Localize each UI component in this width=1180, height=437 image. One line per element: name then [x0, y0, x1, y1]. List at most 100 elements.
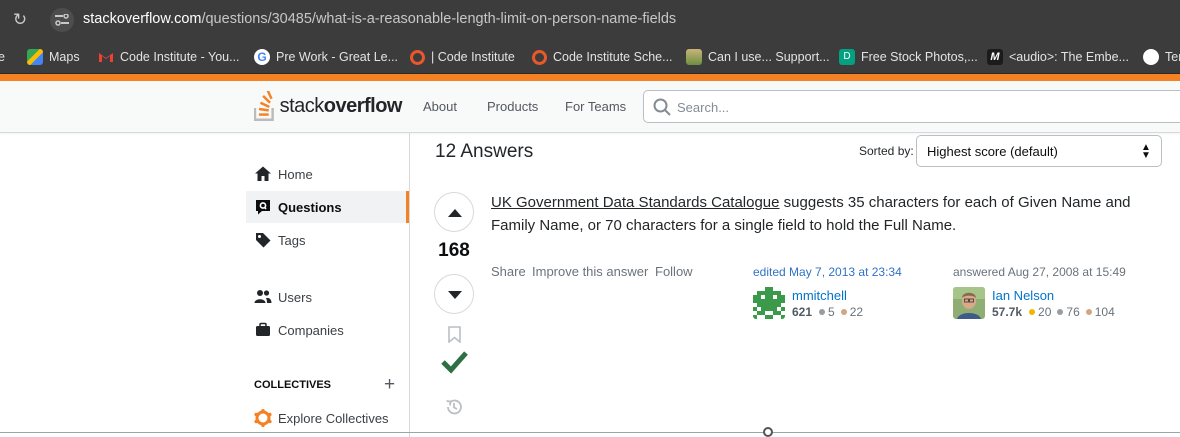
bookmark-label: Free Stock Photos,...	[861, 50, 978, 64]
answers-count: 12 Answers	[435, 141, 534, 162]
author-avatar[interactable]	[953, 287, 985, 319]
sidebar-item-label: Tags	[278, 232, 306, 248]
mdn-icon: M	[987, 49, 1003, 65]
briefcase-icon	[256, 322, 270, 336]
logo-text-bold: overflow	[323, 94, 403, 117]
nav-products[interactable]: Products	[487, 99, 538, 114]
improve-answer-link[interactable]: Improve this answer	[532, 264, 648, 279]
answered-timestamp[interactable]: answered Aug 27, 2008 at 15:49	[953, 265, 1126, 279]
bookmark-label: | Code Institute	[431, 50, 515, 64]
bookmark-item[interactable]: M <audio>: The Embe...	[987, 49, 1129, 65]
bookmark-label: Ter	[1165, 50, 1180, 64]
url-field[interactable]: stackoverflow.com/questions/30485/what-i…	[83, 11, 676, 27]
edited-timestamp[interactable]: edited May 7, 2013 at 23:34	[753, 265, 902, 279]
answer-link[interactable]: UK Government Data Standards Catalogue	[491, 194, 780, 211]
sidebar-item-label: Explore Collectives	[278, 410, 389, 426]
left-sidebar: Home Questions Tags Users Companies COLL…	[246, 133, 410, 437]
sidebar-item-tags[interactable]: Tags	[246, 224, 409, 256]
stackoverflow-logo-icon	[254, 91, 274, 121]
sort-select-value: Highest score (default)	[927, 144, 1058, 159]
url-path: /questions/30485/what-is-a-reasonable-le…	[201, 11, 677, 27]
bookmark-label: Pre Work - Great Le...	[276, 50, 399, 64]
edited-text: edited May 7, 2013 at 23:34	[753, 265, 902, 279]
caniuse-icon	[686, 49, 702, 65]
author-name[interactable]: Ian Nelson	[992, 288, 1054, 303]
arrow-down-icon	[448, 291, 462, 299]
bronze-count: 22	[849, 305, 864, 319]
bronze-count: 104	[1094, 305, 1115, 319]
bookmark-icon[interactable]	[448, 326, 461, 343]
code-institute-icon	[410, 49, 425, 65]
stackoverflow-logo[interactable]: stackoverflow	[254, 90, 403, 122]
users-icon	[254, 290, 272, 303]
questions-icon	[256, 200, 270, 215]
sidebar-item-label: Home	[278, 166, 313, 182]
bookmark-label: <audio>: The Embe...	[1009, 50, 1129, 64]
silver-count: 5	[828, 305, 835, 319]
search-placeholder: Search...	[677, 100, 730, 115]
upvote-button[interactable]	[434, 192, 474, 232]
silver-badge-icon	[1057, 309, 1064, 315]
editor-name[interactable]: mmitchell	[792, 288, 847, 303]
editor-avatar[interactable]	[753, 287, 785, 319]
bookmark-item[interactable]: D Free Stock Photos,...	[839, 49, 978, 65]
share-link[interactable]: Share	[491, 264, 526, 279]
sidebar-item-companies[interactable]: Companies	[246, 314, 409, 346]
author-rep: 57.7k	[992, 305, 1023, 319]
sidebar-item-home[interactable]: Home	[246, 158, 409, 190]
resize-handle[interactable]	[763, 427, 773, 437]
stock-photos-icon: D	[839, 49, 855, 65]
downvote-button[interactable]	[434, 274, 474, 314]
bookmark-item[interactable]: e	[0, 49, 5, 65]
bookmark-label: Can I use... Support...	[708, 50, 830, 64]
bookmark-label: Code Institute - You...	[120, 50, 240, 64]
search-icon	[653, 98, 671, 116]
bookmark-item[interactable]: | Code Institute	[410, 49, 515, 65]
bookmark-label: Maps	[49, 50, 80, 64]
bookmark-item[interactable]: Can I use... Support...	[686, 49, 830, 65]
editor-rep: 621	[792, 305, 813, 319]
bookmark-item[interactable]: Code Institute - You...	[98, 49, 240, 65]
bookmark-item[interactable]: Ter	[1143, 49, 1180, 65]
history-icon[interactable]	[444, 397, 464, 417]
collectives-icon	[254, 409, 272, 427]
accent-bar	[0, 74, 1180, 81]
maps-icon	[27, 49, 43, 65]
bookmarks-bar: e Maps Code Institute - You... G Pre Wor…	[0, 40, 1180, 74]
search-input[interactable]: Search...	[643, 90, 1180, 123]
tag-icon	[256, 233, 271, 248]
gold-count: 20	[1038, 305, 1052, 319]
plus-icon[interactable]: +	[384, 374, 395, 396]
sidebar-item-explore-collectives[interactable]: Explore Collectives	[246, 402, 409, 434]
nav-for-teams[interactable]: For Teams	[565, 99, 626, 114]
sidebar-item-questions[interactable]: Questions	[246, 191, 409, 223]
nav-about[interactable]: About	[423, 99, 457, 114]
gold-badge-icon	[1029, 309, 1036, 315]
select-arrows-icon: ▲ ▼	[1141, 142, 1151, 161]
collectives-heading: COLLECTIVES	[254, 379, 332, 391]
bookmark-label: e	[0, 50, 5, 64]
answer-body: UK Government Data Standards Catalogue s…	[491, 191, 1131, 237]
logo-text: stackoverflow	[279, 94, 403, 118]
sidebar-item-label: Companies	[278, 322, 344, 338]
sidebar-item-label: Users	[278, 289, 312, 305]
site-info-icon[interactable]	[50, 8, 74, 32]
url-host: stackoverflow.com	[83, 11, 202, 27]
google-icon: G	[254, 49, 270, 65]
logo-text-light: stack	[279, 94, 325, 117]
sort-select[interactable]: Highest score (default) ▲ ▼	[916, 135, 1162, 167]
bookmark-item[interactable]: Maps	[27, 49, 80, 65]
code-institute-icon	[532, 49, 547, 65]
github-icon	[1143, 49, 1159, 65]
home-icon	[255, 166, 271, 181]
silver-count: 76	[1066, 305, 1080, 319]
bookmark-item[interactable]: G Pre Work - Great Le...	[254, 49, 398, 65]
sorted-by-label: Sorted by:	[859, 144, 914, 158]
bookmark-label: Code Institute Sche...	[553, 50, 673, 64]
follow-link[interactable]: Follow	[655, 264, 693, 279]
divider	[0, 432, 1180, 433]
reload-icon[interactable]: ↻	[10, 10, 30, 30]
sidebar-item-users[interactable]: Users	[246, 281, 409, 313]
bookmark-item[interactable]: Code Institute Sche...	[532, 49, 673, 65]
editor-reputation: 621 5 22	[792, 305, 863, 319]
